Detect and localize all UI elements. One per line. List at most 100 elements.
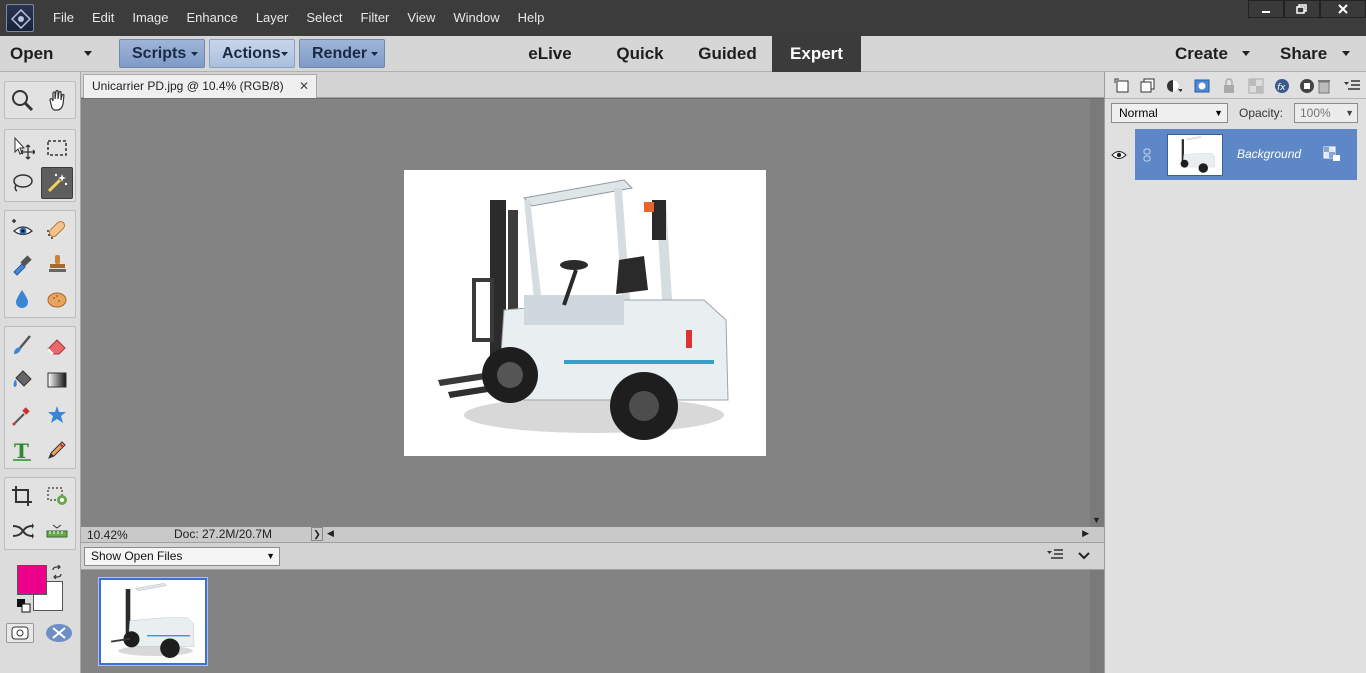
adjustment-layer-icon[interactable] [1165, 77, 1182, 94]
layer-visibility-eye-icon[interactable] [1111, 149, 1127, 163]
menu-enhance[interactable]: Enhance [178, 0, 247, 36]
canvas-horizontal-scrollbar[interactable]: ◀ ▶ [325, 528, 1091, 541]
layer-mask-icon[interactable] [1193, 77, 1210, 94]
zoom-tool-icon[interactable] [6, 84, 38, 116]
new-layer-icon[interactable] [1113, 77, 1130, 94]
layer-name[interactable]: Background [1237, 147, 1301, 161]
blur-tool-icon[interactable] [6, 283, 38, 315]
magic-wand-tool-icon[interactable] [41, 167, 73, 199]
straighten-tool-icon[interactable] [41, 515, 73, 547]
sponge-tool-icon[interactable] [41, 283, 73, 315]
chevron-down-icon[interactable]: ▼ [1345, 104, 1354, 122]
tool-group-draw: T [4, 326, 76, 469]
scroll-down-icon[interactable]: ▼ [1092, 515, 1101, 525]
layers-panel-toolbar: fx [1105, 72, 1366, 99]
actions-button[interactable]: Actions [209, 39, 295, 68]
collapse-bin-icon[interactable] [1078, 551, 1090, 561]
opacity-input[interactable]: 100% ▼ [1294, 103, 1358, 123]
scroll-right-icon[interactable]: ▶ [1082, 528, 1089, 539]
toolbox: T [0, 72, 81, 673]
tab-expert[interactable]: Expert [772, 36, 861, 72]
menu-image[interactable]: Image [123, 0, 177, 36]
document-tab[interactable]: Unicarrier PD.jpg @ 10.4% (RGB/8) ✕ [83, 74, 317, 98]
chevron-down-icon [371, 52, 378, 56]
link-layers-icon[interactable] [1298, 77, 1315, 94]
create-button[interactable]: Create [1175, 36, 1228, 72]
tools-settings-button[interactable] [44, 622, 74, 644]
default-colors-icon[interactable] [17, 599, 31, 616]
menu-file[interactable]: File [44, 0, 83, 36]
clone-stamp-tool-icon[interactable] [41, 248, 73, 280]
smart-brush-tool-icon[interactable] [6, 248, 38, 280]
brush-tool-icon[interactable] [6, 329, 38, 361]
layer-style-icon[interactable]: fx [1273, 77, 1290, 94]
render-label: Render [312, 45, 368, 62]
tab-guided[interactable]: Guided [685, 36, 770, 72]
hand-tool-icon[interactable] [41, 84, 73, 116]
thumbnail-image [110, 583, 195, 658]
eraser-tool-icon[interactable] [41, 329, 73, 361]
render-button[interactable]: Render [299, 39, 385, 68]
crop-tool-icon[interactable] [6, 480, 38, 512]
actions-label: Actions [222, 45, 281, 62]
zoom-value[interactable]: 10.42% [87, 528, 128, 542]
swap-colors-icon[interactable] [50, 564, 64, 582]
minimize-button[interactable] [1248, 0, 1284, 18]
move-tool-icon[interactable] [6, 132, 38, 164]
lasso-tool-icon[interactable] [6, 167, 38, 199]
create-dropdown-icon[interactable] [1242, 51, 1252, 57]
menu-select[interactable]: Select [297, 0, 351, 36]
menu-window[interactable]: Window [444, 0, 508, 36]
scroll-left-icon[interactable]: ◀ [327, 528, 334, 539]
menu-layer[interactable]: Layer [247, 0, 298, 36]
spot-healing-tool-icon[interactable] [41, 213, 73, 245]
status-menu-arrow-icon[interactable]: ❯ [311, 527, 323, 541]
layer-lock-icon[interactable] [1323, 146, 1341, 165]
custom-shape-tool-icon[interactable] [41, 399, 73, 431]
type-tool-icon[interactable]: T [6, 434, 38, 466]
maximize-button[interactable] [1284, 0, 1320, 18]
open-dropdown-icon[interactable] [84, 51, 94, 57]
new-group-icon[interactable] [1139, 77, 1156, 94]
lock-transparent-icon[interactable] [1247, 77, 1264, 94]
canvas-vertical-scrollbar[interactable]: ▼ [1090, 99, 1104, 527]
scripts-button[interactable]: Scripts [119, 39, 205, 68]
close-tab-icon[interactable]: ✕ [299, 75, 309, 97]
menu-edit[interactable]: Edit [83, 0, 123, 36]
menu-filter[interactable]: Filter [352, 0, 399, 36]
menu-view[interactable]: View [398, 0, 444, 36]
panel-menu-icon[interactable] [1343, 77, 1360, 94]
chevron-down-icon [191, 52, 198, 56]
eyedropper-tool-icon[interactable] [6, 399, 38, 431]
recompose-tool-icon[interactable] [41, 480, 73, 512]
canvas-image[interactable] [404, 170, 766, 456]
photo-bin-thumbnail[interactable] [98, 577, 208, 666]
app-logo-icon[interactable] [6, 4, 34, 32]
foreground-color-swatch[interactable] [17, 565, 47, 595]
layer-link-icon[interactable] [1143, 148, 1151, 165]
share-button[interactable]: Share [1280, 36, 1327, 72]
pencil-tool-icon[interactable] [41, 434, 73, 466]
paint-bucket-tool-icon[interactable] [6, 364, 38, 396]
gradient-tool-icon[interactable] [41, 364, 73, 396]
tab-quick[interactable]: Quick [600, 36, 680, 72]
settings-icon [46, 624, 72, 642]
marquee-tool-icon[interactable] [41, 132, 73, 164]
content-aware-move-tool-icon[interactable] [6, 515, 38, 547]
photo-bin-scrollbar[interactable] [1090, 570, 1104, 673]
layer-row[interactable]: Background [1105, 129, 1357, 180]
close-window-button[interactable] [1320, 0, 1366, 18]
delete-layer-icon[interactable] [1315, 77, 1332, 94]
panel-menu-icon[interactable] [1047, 549, 1063, 561]
open-button[interactable]: Open [10, 36, 53, 72]
eye-tool-icon[interactable] [6, 213, 38, 245]
blend-mode-select[interactable]: Normal ▼ [1111, 103, 1228, 123]
tab-elive[interactable]: eLive [510, 36, 590, 72]
menu-help[interactable]: Help [509, 0, 554, 36]
lock-all-icon[interactable] [1220, 77, 1237, 94]
tool-options-toggle[interactable] [6, 623, 34, 643]
canvas-area[interactable] [81, 99, 1090, 527]
layer-thumbnail[interactable] [1167, 134, 1223, 176]
share-dropdown-icon[interactable] [1342, 51, 1352, 57]
photo-bin-select[interactable]: Show Open Files ▼ [84, 547, 280, 566]
